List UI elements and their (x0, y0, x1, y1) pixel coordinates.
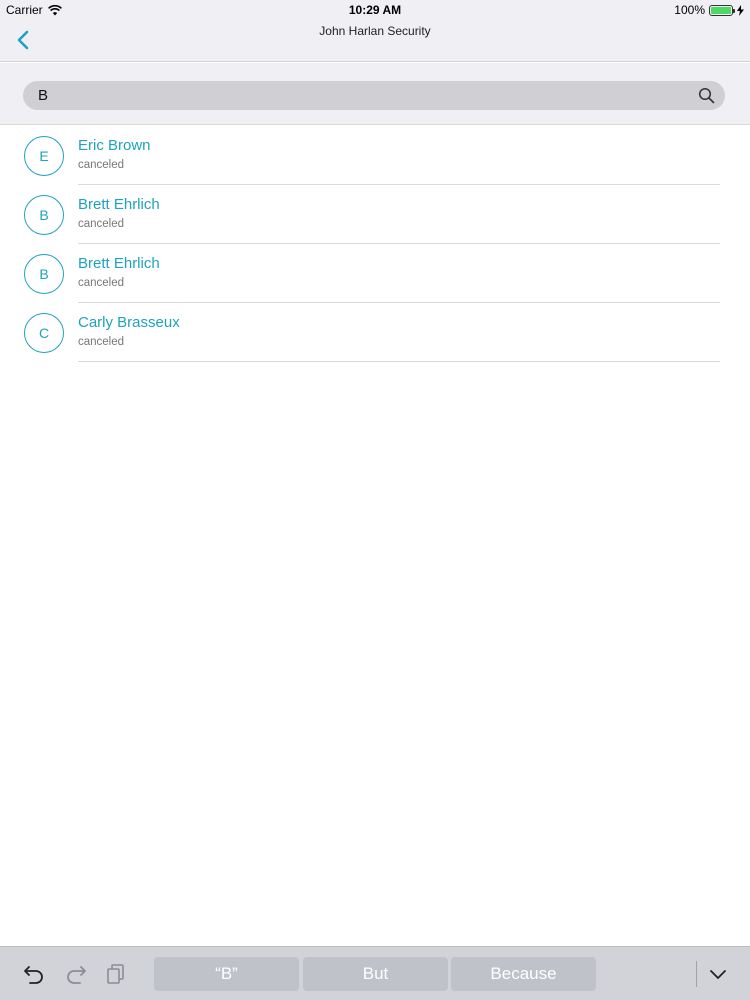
redo-icon[interactable] (64, 962, 88, 986)
avatar: B (24, 254, 64, 294)
contact-name: Eric Brown (78, 137, 151, 154)
search-input[interactable] (38, 81, 698, 110)
contact-status: canceled (78, 277, 125, 289)
list-item[interactable]: B Brett Ehrlich canceled (0, 185, 750, 244)
list-item[interactable]: E Eric Brown canceled (0, 126, 750, 185)
battery-fill (711, 6, 731, 14)
status-time: 10:29 AM (348, 3, 402, 17)
undo-icon[interactable] (22, 962, 46, 986)
avatar: B (24, 195, 64, 235)
suggestion-but[interactable]: But (303, 957, 448, 991)
battery-icon (709, 4, 735, 16)
status-bar: Carrier 10:29 AM 100% (0, 0, 750, 20)
suggestion-quoted-b[interactable]: “B” (154, 957, 299, 991)
nav-bar: John Harlan Security (0, 20, 750, 62)
contact-status: canceled (78, 159, 125, 171)
page-title: John Harlan Security (319, 24, 431, 38)
row-divider (78, 361, 720, 362)
charging-bolt-icon (737, 4, 744, 16)
search-area (0, 63, 750, 125)
dismiss-keyboard-chevron-down-icon[interactable] (706, 962, 730, 986)
contact-name: Brett Ehrlich (78, 196, 160, 213)
keyboard-shortcut-bar: “B” But Because (0, 946, 750, 1000)
search-icon[interactable] (698, 87, 715, 104)
contact-list: E Eric Brown canceled B Brett Ehrlich ca… (0, 126, 750, 362)
contact-status: canceled (78, 336, 125, 348)
avatar: E (24, 136, 64, 176)
list-item[interactable]: C Carly Brasseux canceled (0, 303, 750, 362)
contact-status: canceled (78, 218, 125, 230)
paste-icon[interactable] (104, 962, 128, 986)
suggestion-because[interactable]: Because (451, 957, 596, 991)
contact-name: Carly Brasseux (78, 314, 180, 331)
contact-name: Brett Ehrlich (78, 255, 160, 272)
list-item[interactable]: B Brett Ehrlich canceled (0, 244, 750, 303)
avatar: C (24, 313, 64, 353)
search-bar[interactable] (23, 81, 725, 110)
battery-group: 100% (674, 3, 744, 17)
bar-divider (696, 961, 697, 987)
battery-percent: 100% (674, 3, 705, 17)
